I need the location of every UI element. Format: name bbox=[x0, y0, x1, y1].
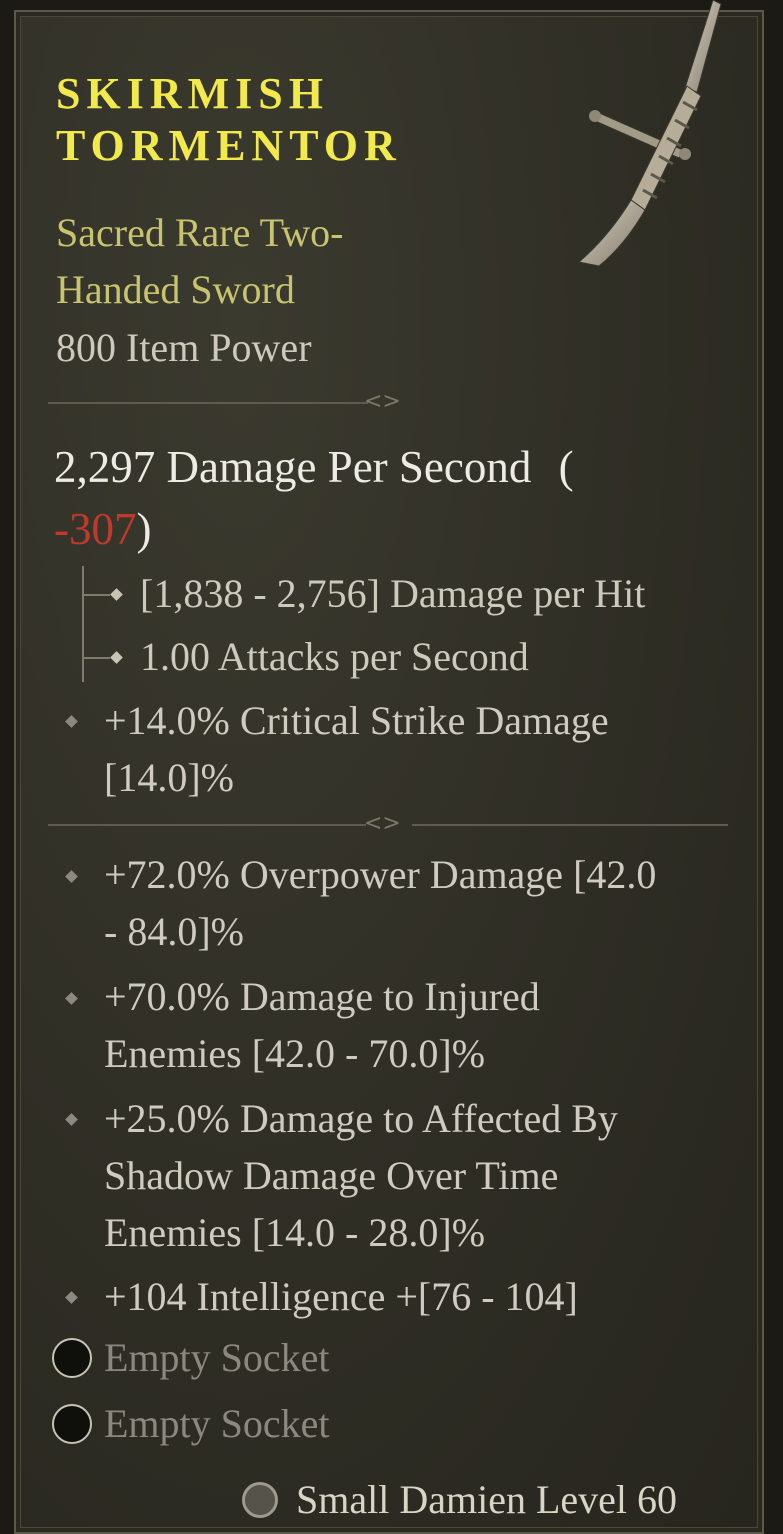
affix-injured: +70.0% Damage to Injured Enemies [42.0 -… bbox=[104, 974, 540, 1076]
affix-overpower: +72.0% Overpower Damage [42.0 - 84.0]% bbox=[104, 852, 657, 954]
dps-open-paren: ( bbox=[558, 442, 574, 492]
item-name-line-2: TORMENTOR bbox=[56, 121, 402, 170]
dps-close-paren: ) bbox=[136, 504, 152, 554]
affix-intelligence: +104 Intelligence +[76 - 104] bbox=[104, 1274, 578, 1319]
socket-icon[interactable] bbox=[52, 1404, 92, 1444]
section-divider bbox=[48, 402, 368, 404]
implicit-affix: +14.0% Critical Strike Damage [14.0]% bbox=[104, 698, 609, 800]
requirement-icon bbox=[242, 1482, 278, 1518]
item-type: Sacred Rare Two-Handed Sword bbox=[56, 210, 344, 312]
item-name: SKIRMISH TORMENTOR bbox=[56, 68, 402, 172]
attacks-per-second: 1.00 Attacks per Second bbox=[140, 634, 529, 679]
damage-per-second: 2,297 Damage Per Second ( -307) bbox=[54, 436, 694, 560]
divider-ornament-icon: <> bbox=[364, 389, 401, 414]
empty-socket-label: Empty Socket bbox=[104, 1401, 330, 1446]
stat-tree-branch bbox=[82, 594, 110, 596]
dps-value: 2,297 Damage Per Second bbox=[54, 442, 532, 492]
section-divider bbox=[48, 824, 366, 826]
two-handed-sword-icon bbox=[577, 0, 722, 267]
section-divider bbox=[412, 824, 728, 826]
affix-shadow-dot: +25.0% Damage to Affected By Shadow Dama… bbox=[104, 1096, 618, 1255]
dps-delta: -307 bbox=[54, 504, 137, 554]
stat-tree-line bbox=[82, 566, 84, 682]
stat-tree-branch bbox=[82, 657, 110, 659]
item-name-line-1: SKIRMISH bbox=[56, 69, 329, 118]
socket-icon[interactable] bbox=[52, 1338, 92, 1378]
damage-per-hit: [1,838 - 2,756] Damage per Hit bbox=[140, 571, 646, 616]
empty-socket-label: Empty Socket bbox=[104, 1335, 330, 1380]
divider-ornament-icon: <> bbox=[364, 811, 401, 836]
item-power: 800 Item Power bbox=[56, 325, 312, 370]
footer-text: Small Damien Level 60 bbox=[296, 1477, 678, 1522]
